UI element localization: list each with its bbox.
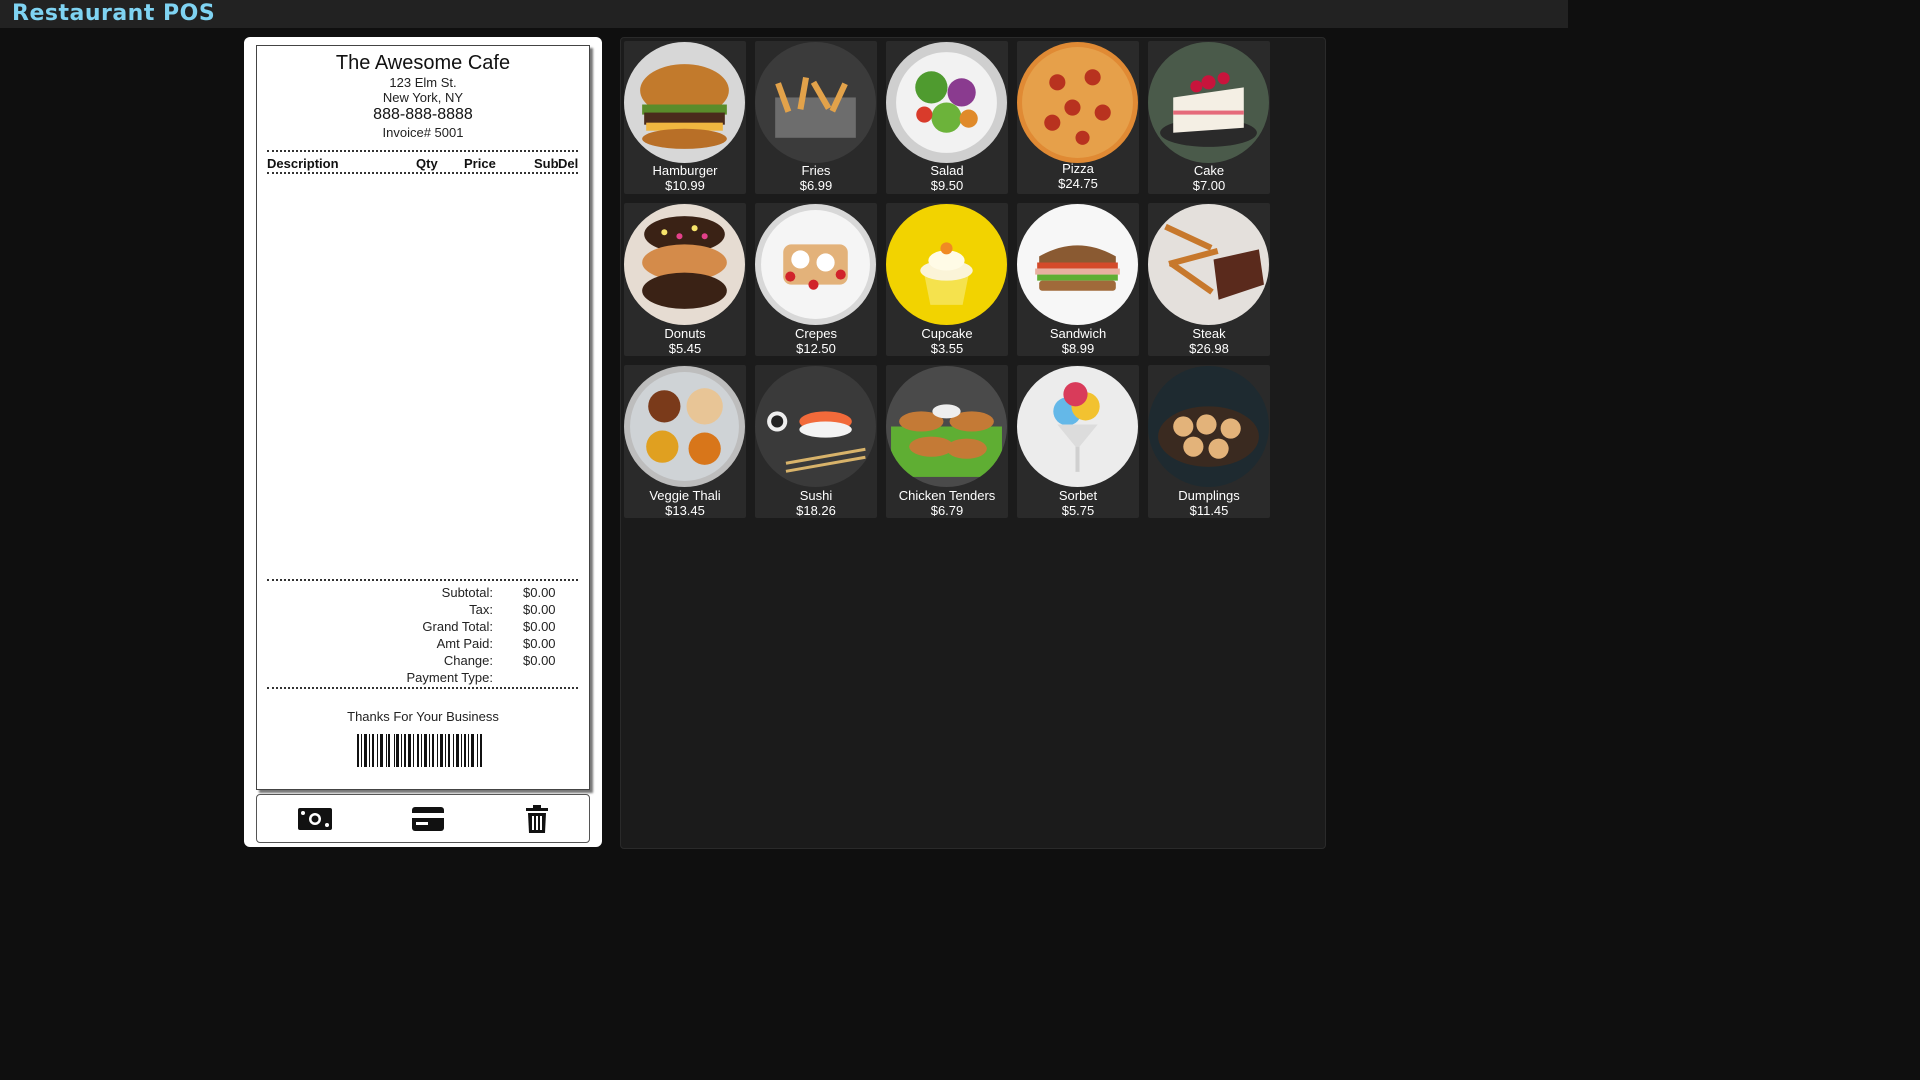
menu-item-price: $9.50 (930, 178, 964, 193)
grand-total-label: Grand Total: (422, 619, 493, 634)
tax-value: $0.00 (523, 602, 556, 617)
grand-total-value: $0.00 (523, 619, 556, 634)
receipt-items-list (267, 174, 578, 574)
sushi-icon (755, 366, 876, 487)
divider (267, 687, 578, 689)
menu-item-price: $6.79 (930, 503, 964, 518)
menu-item-price: $5.75 (1061, 503, 1095, 518)
thank-you-message: Thanks For Your Business (347, 709, 499, 724)
steak-icon (1148, 204, 1269, 325)
cake-icon (1148, 42, 1269, 163)
menu-item-name: Veggie Thali (649, 488, 721, 503)
chicken-tenders-icon (886, 366, 1007, 487)
app-title: Restaurant POS (12, 1, 216, 26)
top-bar: Restaurant POS (0, 0, 1568, 28)
cash-payment-button[interactable] (295, 803, 335, 835)
menu-item-name: Dumplings (1178, 488, 1240, 503)
hamburger-icon (624, 42, 745, 163)
fries-icon (755, 42, 876, 163)
menu-item-sorbet[interactable]: Sorbet $5.75 (1017, 365, 1139, 518)
menu-item-name: Sandwich (1049, 326, 1107, 341)
invoice-number: Invoice# 5001 (382, 125, 464, 140)
menu-item-donuts[interactable]: Donuts $5.45 (624, 203, 746, 356)
menu-item-price: $26.98 (1189, 341, 1229, 356)
menu-item-price: $18.26 (796, 503, 836, 518)
menu-item-crepes[interactable]: Crepes $12.50 (755, 203, 877, 356)
trash-icon (526, 805, 548, 833)
menu-item-cupcake[interactable]: Cupcake $3.55 (886, 203, 1008, 356)
card-payment-button[interactable] (408, 803, 448, 835)
sandwich-icon (1017, 204, 1138, 325)
menu-item-price: $8.99 (1061, 341, 1095, 356)
salad-icon (886, 42, 1007, 163)
menu-item-price: $10.99 (665, 178, 705, 193)
change-value: $0.00 (523, 653, 556, 668)
thali-icon (624, 366, 745, 487)
column-price: Price (464, 156, 496, 171)
column-description: Description (267, 156, 339, 171)
subtotal-label: Subtotal: (441, 585, 493, 600)
menu-item-price: $11.45 (1189, 503, 1229, 518)
divider (267, 579, 578, 581)
menu-item-price: $24.75 (1058, 176, 1098, 191)
menu-item-salad[interactable]: Salad $9.50 (886, 41, 1008, 194)
menu-item-dumplings[interactable]: Dumplings $11.45 (1148, 365, 1270, 518)
barcode-icon (357, 734, 482, 767)
menu-item-name: Cake (1193, 163, 1225, 178)
menu-item-sushi[interactable]: Sushi $18.26 (755, 365, 877, 518)
menu-item-chicken-tenders[interactable]: Chicken Tenders $6.79 (886, 365, 1008, 518)
menu-item-price: $6.99 (799, 178, 833, 193)
receipt-panel: The Awesome Cafe 123 Elm St. New York, N… (244, 37, 602, 847)
menu-item-price: $7.00 (1192, 178, 1226, 193)
receipt: The Awesome Cafe 123 Elm St. New York, N… (256, 45, 590, 790)
donuts-icon (624, 204, 745, 325)
menu-item-price: $13.45 (665, 503, 705, 518)
cash-icon (298, 808, 332, 830)
payment-type-label: Payment Type: (406, 670, 493, 685)
shop-name: The Awesome Cafe (335, 52, 511, 74)
menu-item-name: Donuts (664, 326, 706, 341)
column-sub: Sub (534, 156, 559, 171)
menu-item-fries[interactable]: Fries $6.99 (755, 41, 877, 194)
menu-item-name: Salad (930, 163, 964, 178)
amount-paid-value: $0.00 (523, 636, 556, 651)
menu-item-pizza[interactable]: Pizza $24.75 (1017, 41, 1139, 194)
menu-item-name: Chicken Tenders (898, 488, 996, 503)
shop-phone: 888-888-8888 (373, 106, 473, 123)
pizza-icon (1017, 42, 1138, 163)
payment-actions-bar (256, 794, 590, 843)
cupcake-icon (886, 204, 1007, 325)
divider (267, 150, 578, 152)
menu-item-steak[interactable]: Steak $26.98 (1148, 203, 1270, 356)
clear-order-button[interactable] (517, 803, 557, 835)
crepes-icon (755, 204, 876, 325)
change-label: Change: (443, 653, 493, 668)
subtotal-value: $0.00 (523, 585, 556, 600)
menu-item-hamburger[interactable]: Hamburger $10.99 (624, 41, 746, 194)
menu-item-name: Hamburger (652, 163, 718, 178)
menu-item-name: Sushi (799, 488, 833, 503)
credit-card-icon (412, 807, 444, 831)
sorbet-icon (1017, 366, 1138, 487)
menu-panel: Hamburger $10.99 Fries $6.99 Salad $9.50… (620, 37, 1326, 849)
menu-item-veggie-thali[interactable]: Veggie Thali $13.45 (624, 365, 746, 518)
menu-item-price: $12.50 (796, 341, 836, 356)
menu-item-name: Fries (801, 163, 831, 178)
menu-item-price: $5.45 (668, 341, 702, 356)
tax-label: Tax: (469, 602, 493, 617)
menu-item-name: Sorbet (1058, 488, 1098, 503)
menu-item-cake[interactable]: Cake $7.00 (1148, 41, 1270, 194)
menu-item-sandwich[interactable]: Sandwich $8.99 (1017, 203, 1139, 356)
dumplings-icon (1148, 366, 1269, 487)
column-del: Del (558, 156, 579, 171)
amount-paid-label: Amt Paid: (436, 636, 493, 651)
menu-item-name: Steak (1192, 326, 1226, 341)
menu-item-name: Crepes (795, 326, 837, 341)
menu-item-price: $3.55 (930, 341, 964, 356)
address-line-2: New York, NY (382, 90, 464, 105)
column-qty: Qty (416, 156, 438, 171)
menu-item-name: Pizza (1062, 161, 1094, 176)
menu-item-name: Cupcake (921, 326, 973, 341)
address-line-1: 123 Elm St. (389, 75, 457, 90)
